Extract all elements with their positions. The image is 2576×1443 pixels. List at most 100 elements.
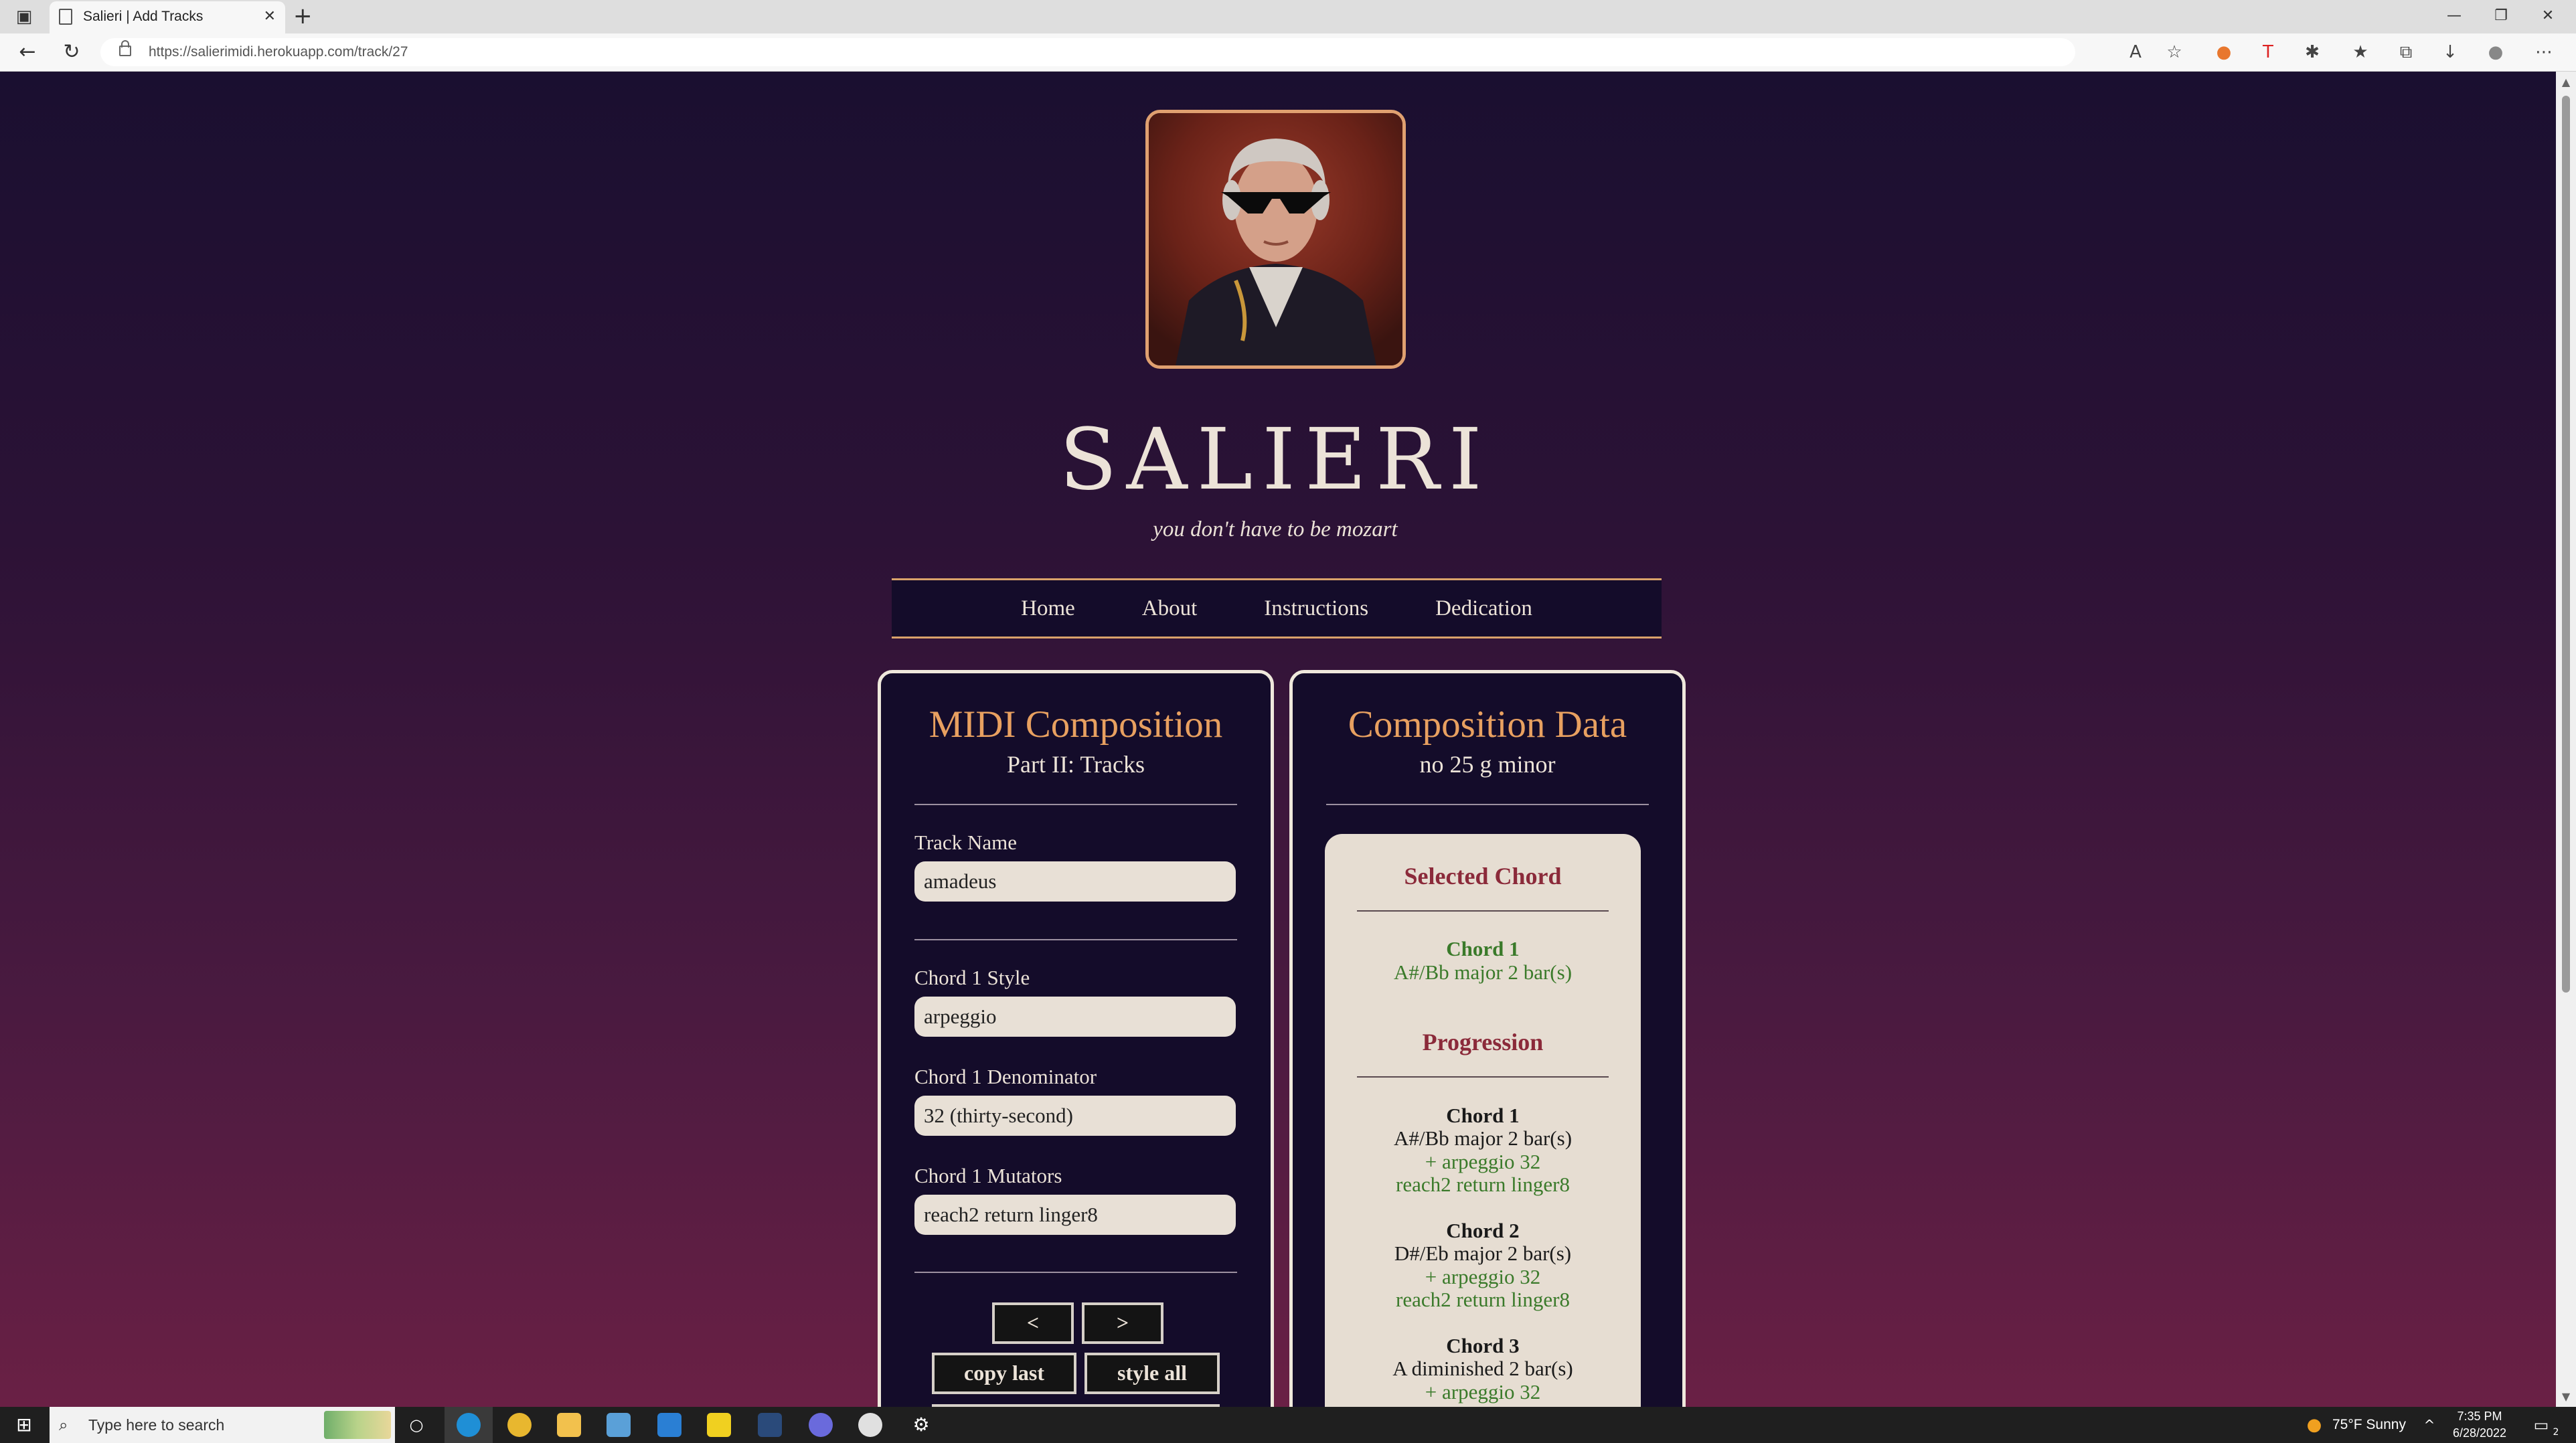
progression-chord-name: Chord 2 xyxy=(1446,1219,1520,1242)
divider xyxy=(1326,804,1649,805)
chord-mutators-label: Chord 1 Mutators xyxy=(914,1164,1062,1187)
site-title: SALIERI xyxy=(1059,410,1492,509)
chord-mutators-input[interactable]: reach2 return linger8 xyxy=(914,1195,1236,1235)
search-highlight-art xyxy=(324,1411,391,1439)
url-text[interactable]: https://salierimidi.herokuapp.com/track/… xyxy=(149,38,408,66)
data-heading: Composition Data xyxy=(1348,703,1627,746)
tray-chevron-icon[interactable]: ^ xyxy=(2419,1407,2439,1443)
progression-chord-detail: A#/Bb major 2 bar(s) xyxy=(1393,1126,1573,1150)
scroll-up-icon[interactable]: ▲ xyxy=(2556,76,2576,88)
new-tab-button[interactable]: + xyxy=(293,0,313,32)
composition-panel: MIDI Composition Part II: Tracks Track N… xyxy=(878,670,1274,1407)
windows-taskbar: ⊞ ⌕ Type here to search ○ ⚙ ● 75°F Sunny… xyxy=(0,1407,2576,1443)
copy-last-button[interactable]: copy last xyxy=(932,1353,1076,1394)
read-aloud-icon[interactable]: A xyxy=(2121,33,2150,71)
style-all-button[interactable]: style all xyxy=(1084,1353,1220,1394)
profile-avatar-icon[interactable]: ● xyxy=(2481,33,2510,71)
scroll-down-icon[interactable]: ▼ xyxy=(2556,1390,2576,1403)
progression-chord-name: Chord 3 xyxy=(1446,1334,1520,1357)
page-favicon-icon xyxy=(59,9,72,25)
composition-subheading: Part II: Tracks xyxy=(1007,751,1145,778)
minimize-button[interactable]: — xyxy=(2434,0,2474,32)
nav-home[interactable]: Home xyxy=(987,596,1109,621)
composition-data-panel: Composition Data no 25 g minor Selected … xyxy=(1289,670,1686,1407)
progression-chord-detail: A diminished 2 bar(s) xyxy=(1392,1357,1573,1380)
salieri-portrait xyxy=(1145,110,1406,369)
chord-style-label: Chord 1 Style xyxy=(914,966,1030,989)
favorites-icon[interactable]: ★ xyxy=(2346,33,2375,71)
weather-icon[interactable]: ● xyxy=(2303,1407,2326,1443)
data-subheading: no 25 g minor xyxy=(1419,751,1556,778)
browser-tab-bar: ▣ Salieri | Add Tracks ✕ + — ❐ ✕ xyxy=(0,0,2576,33)
system-clock[interactable]: 7:35 PM 6/28/2022 xyxy=(2446,1408,2513,1442)
collections-icon[interactable]: ⧉ xyxy=(2391,33,2421,71)
downloads-icon[interactable]: ↓ xyxy=(2435,33,2465,71)
browser-tab[interactable]: Salieri | Add Tracks ✕ xyxy=(50,1,285,33)
line-icon[interactable] xyxy=(707,1413,731,1437)
scrollbar-thumb[interactable] xyxy=(2562,96,2570,993)
add-favorite-icon[interactable]: ☆ xyxy=(2160,33,2189,71)
extension-icon[interactable]: ● xyxy=(2209,33,2239,71)
page-scrollbar[interactable]: ▲ ▼ xyxy=(2556,72,2576,1407)
app-icon[interactable] xyxy=(607,1413,631,1437)
more-menu-icon[interactable]: ⋯ xyxy=(2529,33,2559,71)
nav-about[interactable]: About xyxy=(1109,596,1231,621)
nav-dedication[interactable]: Dedication xyxy=(1402,596,1566,621)
lock-icon xyxy=(119,40,131,56)
discord-icon[interactable] xyxy=(809,1413,833,1437)
window-close-button[interactable]: ✕ xyxy=(2528,0,2568,32)
refresh-icon[interactable]: ↻ xyxy=(55,33,88,71)
progression-chord-style: + arpeggio 32 xyxy=(1425,1265,1541,1288)
chord-denominator-select[interactable]: 32 (thirty-second) xyxy=(914,1096,1236,1136)
extension-tp-icon[interactable]: T xyxy=(2253,33,2283,71)
start-icon[interactable]: ⊞ xyxy=(9,1407,39,1443)
chord-denominator-label: Chord 1 Denominator xyxy=(914,1065,1097,1088)
divider xyxy=(1357,910,1609,912)
extensions-icon[interactable]: ✱ xyxy=(2298,33,2327,71)
divider xyxy=(1357,1076,1609,1078)
tab-actions-icon[interactable]: ▣ xyxy=(13,6,35,27)
task-view-icon[interactable]: ○ xyxy=(404,1407,428,1443)
tab-title: Salieri | Add Tracks xyxy=(83,9,204,24)
address-bar[interactable]: https://salierimidi.herokuapp.com/track/… xyxy=(100,38,2075,66)
back-icon[interactable]: ← xyxy=(11,33,44,71)
selected-chord-name: Chord 1 xyxy=(1446,937,1520,960)
selected-chord-heading: Selected Chord xyxy=(1404,863,1562,889)
divider xyxy=(914,939,1237,940)
notification-count: 2 xyxy=(2553,1427,2559,1438)
tab-close-icon[interactable]: ✕ xyxy=(264,1,276,32)
main-nav: Home About Instructions Dedication xyxy=(892,578,1662,639)
restore-button[interactable]: ❐ xyxy=(2481,0,2521,32)
previous-chord-button[interactable]: < xyxy=(992,1302,1074,1344)
steam-icon[interactable] xyxy=(758,1413,782,1437)
search-icon: ⌕ xyxy=(59,1416,68,1434)
progression-chord-style: + arpeggio 32 xyxy=(1425,1150,1541,1173)
file-explorer-icon[interactable] xyxy=(557,1413,581,1437)
nav-instructions[interactable]: Instructions xyxy=(1230,596,1402,621)
progression-chord-mutators: reach2 return linger8 xyxy=(1396,1173,1570,1196)
weather-text[interactable]: 75°F Sunny xyxy=(2332,1407,2406,1443)
taskbar-search[interactable]: ⌕ Type here to search xyxy=(50,1407,395,1443)
selected-chord-detail: A#/Bb major 2 bar(s) xyxy=(1393,960,1573,984)
track-name-input[interactable]: amadeus xyxy=(914,861,1236,902)
search-placeholder: Type here to search xyxy=(88,1416,225,1434)
progression-chord-detail: D#/Eb major 2 bar(s) xyxy=(1394,1242,1572,1265)
progression-chord-name: Chord 1 xyxy=(1446,1104,1520,1127)
page-viewport: SALIERI you don't have to be mozart Home… xyxy=(0,72,2556,1407)
clock-time: 7:35 PM xyxy=(2457,1410,2502,1423)
edge-icon[interactable] xyxy=(457,1413,481,1437)
vscode-icon[interactable] xyxy=(657,1413,681,1437)
next-chord-button[interactable]: > xyxy=(1082,1302,1163,1344)
slack-icon[interactable] xyxy=(858,1413,882,1437)
site-tagline: you don't have to be mozart xyxy=(1153,517,1398,541)
chord-style-select[interactable]: arpeggio xyxy=(914,997,1236,1037)
chrome-icon[interactable] xyxy=(507,1413,532,1437)
divider xyxy=(914,1272,1237,1273)
composition-data-card: Selected Chord Chord 1 A#/Bb major 2 bar… xyxy=(1325,834,1641,1407)
progression-heading: Progression xyxy=(1422,1029,1544,1055)
settings-gear-icon[interactable]: ⚙ xyxy=(908,1407,935,1443)
track-name-label: Track Name xyxy=(914,831,1017,854)
clock-date: 6/28/2022 xyxy=(2452,1426,2507,1440)
progression-chord-style: + arpeggio 32 xyxy=(1425,1380,1541,1404)
divider xyxy=(914,804,1237,805)
